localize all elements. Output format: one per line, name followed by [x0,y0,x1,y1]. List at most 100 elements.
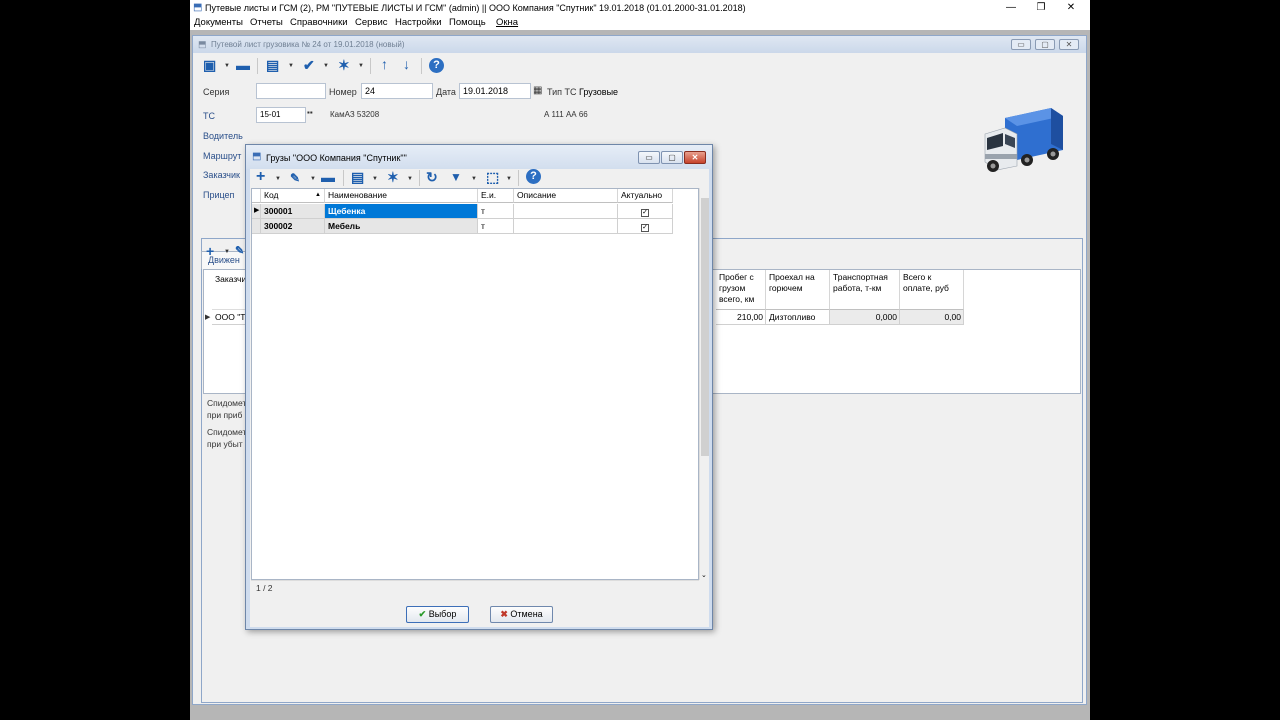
close-button[interactable]: ✕ [1056,0,1086,16]
column-header-name[interactable]: Наименование [325,189,478,203]
save-icon[interactable]: ▣ [203,57,216,73]
table-cell-unit[interactable]: т [478,219,514,234]
arrow-down-icon[interactable]: ↓ [403,56,410,72]
add-dropdown-icon[interactable]: ▼ [275,176,281,182]
menu-help[interactable]: Помощь [449,17,486,28]
column-header-active[interactable]: Актуально [618,189,673,203]
cancel-button[interactable]: ✖ Отмена [490,606,553,623]
save-dropdown-icon[interactable]: ▼ [224,63,230,69]
active-checkbox[interactable]: ✓ [641,224,649,232]
minus-icon[interactable]: ▬ [321,169,335,185]
column-header-loaded-mileage[interactable]: Пробег с грузом всего, км [716,270,766,310]
scroll-down-icon[interactable]: ⌄ [701,571,707,579]
menu-documents[interactable]: Документы [194,17,243,28]
view-dropdown-icon[interactable]: ▼ [506,176,512,182]
restore-button[interactable]: ❐ [1026,0,1056,16]
table-cell-description[interactable] [514,204,618,219]
number-label: Номер [329,87,357,97]
magic-wand-icon[interactable]: ✶ [387,169,399,185]
check-dropdown-icon[interactable]: ▼ [323,63,329,69]
vehicle-lookup-icon[interactable]: ▪▪ [307,108,313,117]
add-dropdown-icon[interactable]: ▼ [224,249,230,255]
table-cell-total-payment[interactable]: 0,00 [900,310,964,325]
column-header-code[interactable]: Код ▲ [261,189,325,203]
pencil-icon[interactable]: ✎ [235,243,244,259]
dialog-close-button[interactable]: ✕ [684,151,706,164]
arrow-up-icon[interactable]: ↑ [381,56,388,72]
active-checkbox[interactable]: ✓ [641,209,649,217]
table-cell-description[interactable] [514,219,618,234]
table-cell-unit[interactable]: т [478,204,514,219]
dialog-title: Грузы "ООО Компания "Спутник"" [266,153,407,163]
vertical-scrollbar[interactable]: ⌄ [699,188,709,580]
date-input[interactable]: 19.01.2018 [459,83,531,99]
column-header-fuel[interactable]: Проехал на горючем [766,270,830,310]
title-bar: ⬒ Путевые листы и ГСМ (2), РМ "ПУТЕВЫЕ Л… [190,0,1090,16]
cargo-dialog: ⬒ Грузы "ООО Компания "Спутник"" ▭ ▢ ✕ +… [245,144,713,630]
print-dropdown-icon[interactable]: ▼ [288,63,294,69]
plus-icon[interactable]: + [206,243,214,259]
dialog-minimize-button[interactable]: ▭ [638,151,660,164]
help-icon[interactable]: ? [526,169,541,184]
menu-reports[interactable]: Отчеты [250,17,283,28]
filter-icon[interactable]: ▼ [450,169,462,185]
cancel-icon: ✖ [500,609,508,619]
minimize-button[interactable]: — [996,0,1026,16]
pencil-icon[interactable]: ✎ [290,170,300,186]
doc-restore-button[interactable]: ▢ [1035,39,1055,50]
row-indicator-header [252,189,261,203]
vehicle-type-label: Тип ТС [547,87,577,97]
table-cell-fuel[interactable]: Дизтопливо [766,310,830,325]
column-header-description[interactable]: Описание [514,189,618,203]
toolbar-separator [518,170,519,186]
series-input[interactable] [256,83,326,99]
vehicle-plate: А 111 АА 66 [544,110,588,119]
dialog-restore-button[interactable]: ▢ [661,151,683,164]
menu-service[interactable]: Сервис [355,17,388,28]
column-header-unit[interactable]: Е.и. [478,189,514,203]
dialog-icon: ⬒ [252,151,262,162]
calendar-icon[interactable]: ▦ [533,85,542,96]
table-cell-code[interactable]: 300001 [261,204,325,219]
toolbar-separator [421,58,422,74]
edit-dropdown-icon[interactable]: ▼ [310,176,316,182]
refresh-icon[interactable]: ↻ [426,169,438,185]
magic-wand-icon[interactable]: ✶ [338,57,350,73]
doc-close-button[interactable]: ✕ [1059,39,1079,50]
select-button[interactable]: ✔ Выбор [406,606,469,623]
doc-minimize-button[interactable]: ▭ [1011,39,1031,50]
date-label: Дата [436,87,456,97]
table-cell-transport-work[interactable]: 0,000 [830,310,900,325]
printer-icon[interactable]: ▤ [351,169,364,185]
minus-icon[interactable]: ▬ [236,57,250,73]
row-indicator [252,219,261,234]
wand-dropdown-icon[interactable]: ▼ [407,176,413,182]
wand-dropdown-icon[interactable]: ▼ [358,63,364,69]
help-icon[interactable]: ? [429,58,444,73]
menu-settings[interactable]: Настройки [395,17,442,28]
odometer-arrival-label: Спидомет [207,398,247,408]
menu-windows[interactable]: Окна [496,17,518,28]
table-cell-active[interactable]: ✓ [618,219,673,234]
menu-references[interactable]: Справочники [290,17,348,28]
table-cell-name[interactable]: Мебель [325,219,478,234]
number-input[interactable]: 24 [361,83,433,99]
toolbar-separator [370,58,371,74]
dialog-title-bar: ⬒ Грузы "ООО Компания "Спутник"" ▭ ▢ ✕ [246,145,712,169]
vehicle-code-input[interactable]: 15-01 [256,107,306,123]
printer-icon[interactable]: ▤ [266,57,279,73]
check-icon[interactable]: ✔ [303,57,315,73]
table-cell-code[interactable]: 300002 [261,219,325,234]
customer-label: Заказчик [203,170,240,180]
filter-dropdown-icon[interactable]: ▼ [471,176,477,182]
table-cell-name[interactable]: Щебенка [325,204,478,219]
resize-icon[interactable]: ⬚ [486,169,499,185]
table-cell-loaded-mileage[interactable]: 210,00 [716,310,766,325]
plus-icon[interactable]: + [256,169,265,185]
print-dropdown-icon[interactable]: ▼ [372,176,378,182]
scrollbar-thumb[interactable] [701,198,709,456]
table-cell-active[interactable]: ✓ [618,204,673,219]
column-header-code-label: Код [264,190,279,200]
column-header-transport-work[interactable]: Транспортная работа, т-км [830,270,900,310]
column-header-total-payment[interactable]: Всего к оплате, руб [900,270,964,310]
